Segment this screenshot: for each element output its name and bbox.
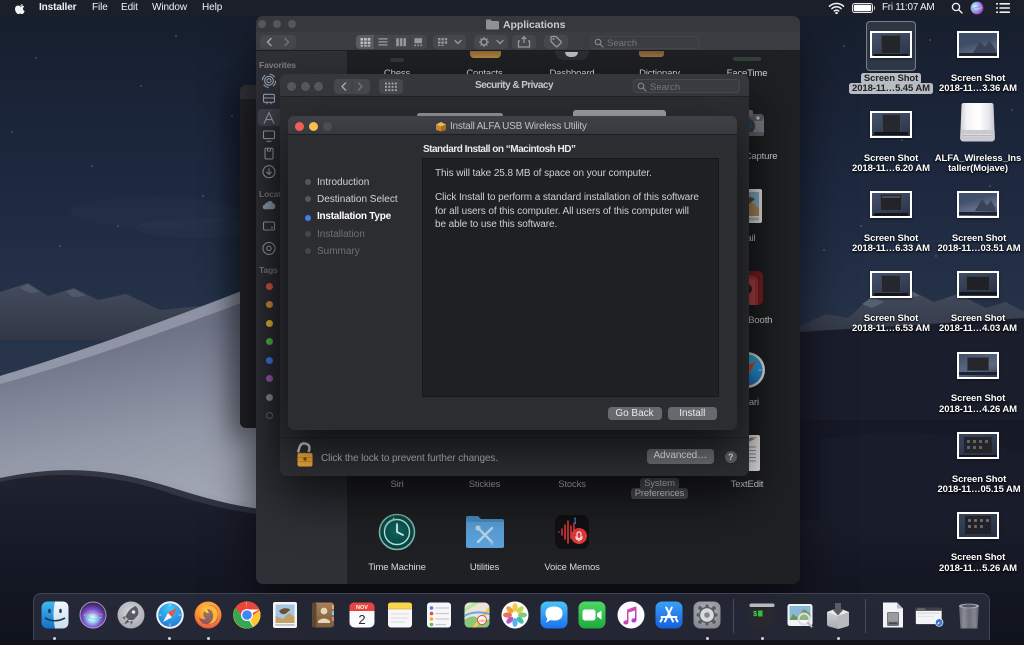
svg-text:2: 2 — [358, 612, 365, 627]
svg-text:280: 280 — [479, 618, 486, 623]
svg-text:NOV: NOV — [356, 605, 368, 611]
svg-text:$: $ — [753, 611, 757, 619]
